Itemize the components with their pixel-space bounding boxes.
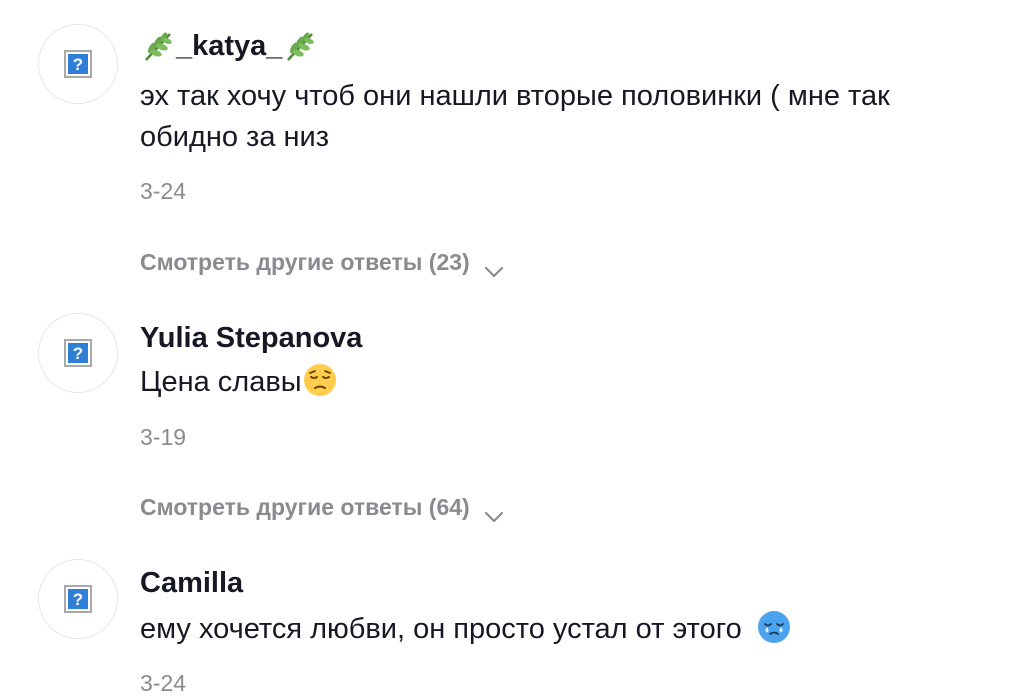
- username[interactable]: Yulia Stepanova: [140, 318, 362, 358]
- crying-blue-face-sticker: [756, 609, 792, 645]
- svg-text:?: ?: [73, 344, 83, 363]
- view-more-replies-button[interactable]: Смотреть другие ответы (64): [140, 494, 504, 522]
- svg-text:?: ?: [73, 55, 83, 74]
- username-label: _katya_: [176, 29, 283, 62]
- comment-text-label: ему хочется любви, он просто устал от эт…: [140, 613, 742, 645]
- comment-text: ему хочется любви, он просто устал от эт…: [140, 609, 1000, 650]
- broken-image-question-icon: ?: [64, 339, 92, 367]
- avatar[interactable]: ?: [38, 24, 118, 104]
- view-more-replies-label: Смотреть другие ответы (64): [140, 494, 470, 520]
- chevron-down-icon: [484, 502, 504, 522]
- comment-date: 3-24: [140, 670, 187, 696]
- broken-image-question-icon: ?: [64, 50, 92, 78]
- view-more-replies-button[interactable]: Смотреть другие ответы (23): [140, 249, 504, 277]
- comment-date: 3-24: [140, 178, 187, 204]
- comment-date: 3-19: [140, 424, 187, 450]
- pensive-face-emoji: [302, 362, 338, 398]
- comment-text: Цена славы: [140, 362, 1000, 403]
- username-label: Yulia Stepanova: [140, 321, 363, 354]
- username[interactable]: _katya_: [140, 26, 318, 66]
- avatar[interactable]: ?: [38, 313, 118, 393]
- herb-icon: [140, 28, 176, 64]
- comment-text: эх так хочу чтоб они нашли вторые полови…: [140, 80, 890, 153]
- comment-text-label: Цена славы: [140, 366, 302, 398]
- username-label: Camilla: [140, 566, 244, 599]
- username[interactable]: Camilla: [140, 563, 243, 603]
- svg-text:?: ?: [73, 590, 83, 609]
- herb-icon: [282, 28, 318, 64]
- avatar[interactable]: ?: [38, 559, 118, 639]
- view-more-replies-label: Смотреть другие ответы (23): [140, 249, 470, 275]
- broken-image-question-icon: ?: [64, 585, 92, 613]
- chevron-down-icon: [484, 257, 504, 277]
